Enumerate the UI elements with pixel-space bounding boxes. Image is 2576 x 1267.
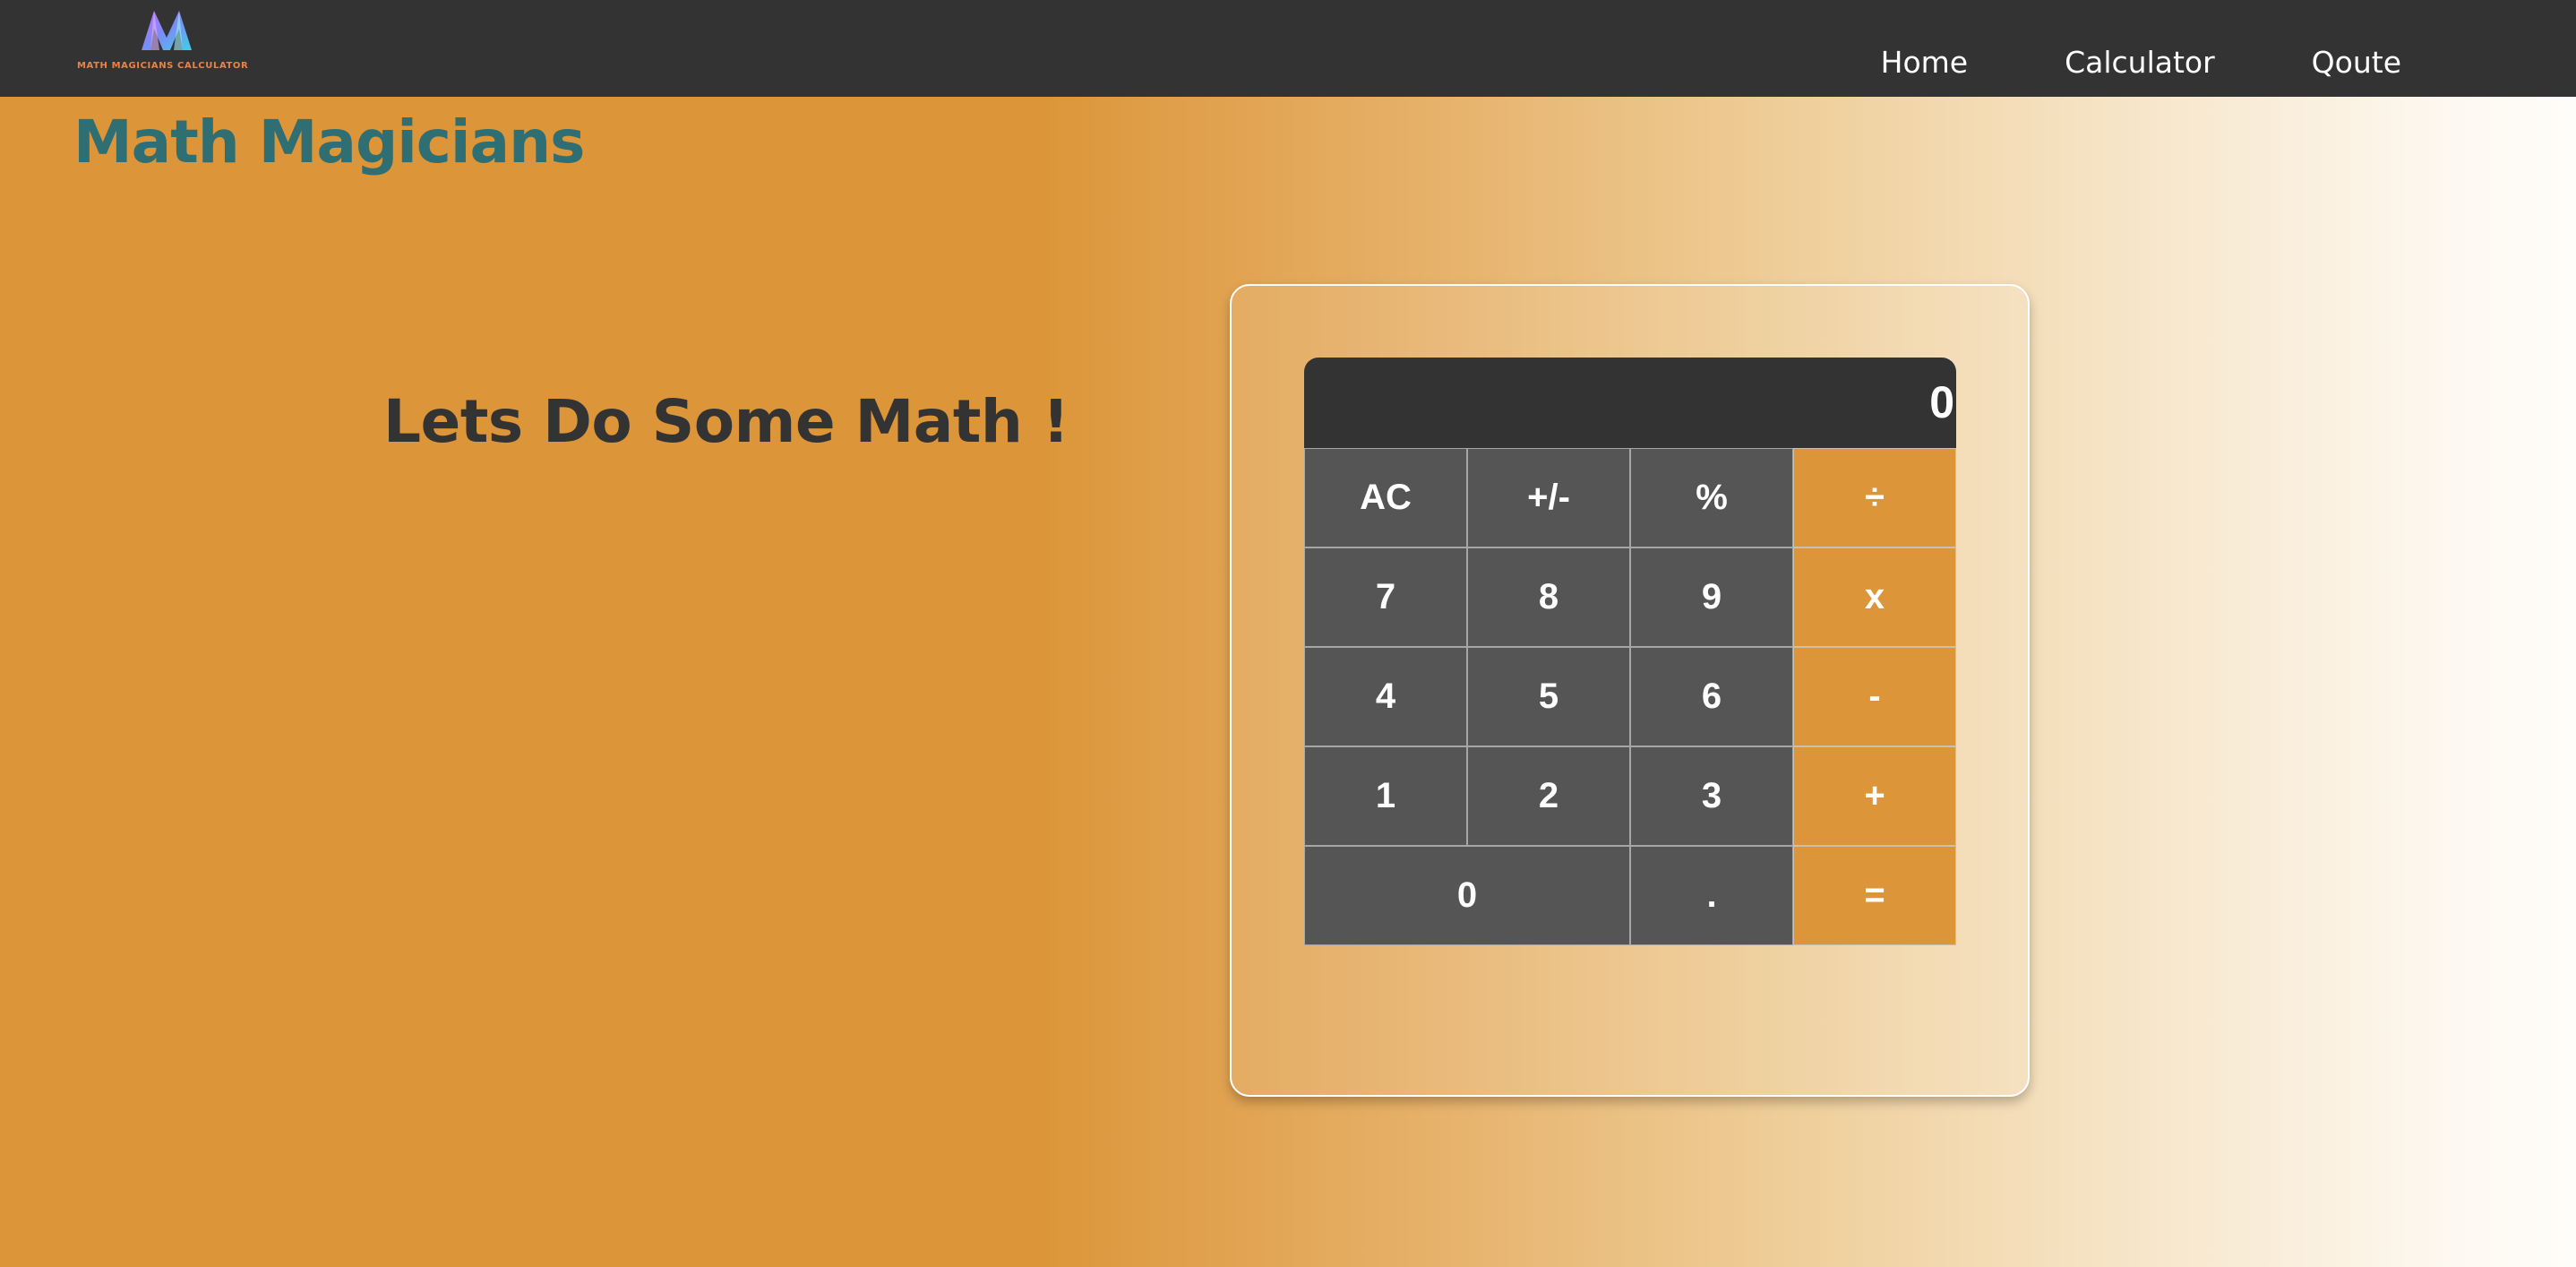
key-divide[interactable]: ÷: [1793, 448, 1956, 547]
calculator: 0 AC +/- % ÷ 7 8 9 x 4 5 6 - 1 2 3 + 0 .…: [1304, 358, 1956, 945]
key-subtract[interactable]: -: [1793, 647, 1956, 746]
logo[interactable]: MATH MAGICIANS CALCULATOR: [77, 5, 256, 77]
nav-link-home[interactable]: Home: [1881, 45, 1968, 80]
key-0[interactable]: 0: [1304, 846, 1630, 945]
key-5[interactable]: 5: [1467, 647, 1630, 746]
key-9[interactable]: 9: [1630, 547, 1793, 647]
nav-link-calculator[interactable]: Calculator: [2065, 45, 2215, 80]
logo-text: MATH MAGICIANS CALCULATOR: [77, 61, 249, 71]
nav-link-quote[interactable]: Qoute: [2312, 45, 2401, 80]
key-multiply[interactable]: x: [1793, 547, 1956, 647]
math-magicians-logo-icon: [142, 11, 192, 50]
key-3[interactable]: 3: [1630, 746, 1793, 846]
nav-links: Home Calculator Qoute: [1881, 45, 2401, 80]
key-4[interactable]: 4: [1304, 647, 1467, 746]
key-7[interactable]: 7: [1304, 547, 1467, 647]
navbar: MATH MAGICIANS CALCULATOR Home Calculato…: [0, 0, 2576, 97]
brand-title: Math Magicians: [73, 108, 585, 177]
key-2[interactable]: 2: [1467, 746, 1630, 846]
page-heading: Lets Do Some Math !: [383, 387, 1069, 456]
calculator-display: 0: [1304, 358, 1956, 448]
key-equals[interactable]: =: [1793, 846, 1956, 945]
key-decimal[interactable]: .: [1630, 846, 1793, 945]
key-clear[interactable]: AC: [1304, 448, 1467, 547]
key-6[interactable]: 6: [1630, 647, 1793, 746]
keypad: AC +/- % ÷ 7 8 9 x 4 5 6 - 1 2 3 + 0 . =: [1304, 448, 1956, 945]
key-1[interactable]: 1: [1304, 746, 1467, 846]
key-percent[interactable]: %: [1630, 448, 1793, 547]
key-add[interactable]: +: [1793, 746, 1956, 846]
key-sign-toggle[interactable]: +/-: [1467, 448, 1630, 547]
key-8[interactable]: 8: [1467, 547, 1630, 647]
